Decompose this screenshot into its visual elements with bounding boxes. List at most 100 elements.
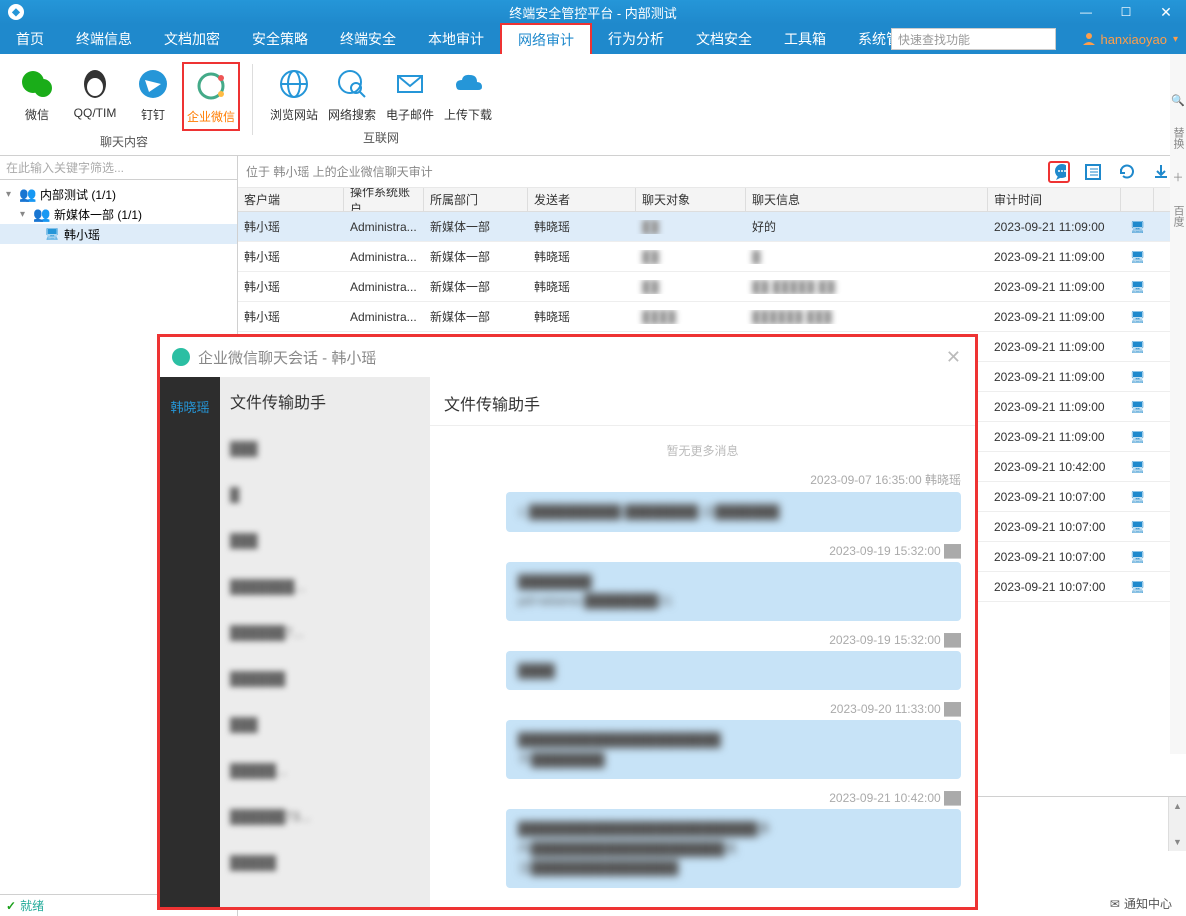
menu-toolbox[interactable]: 工具箱 (768, 24, 842, 54)
contact-item[interactable]: ███████... (220, 563, 430, 609)
chat-title: 文件传输助手 (430, 377, 975, 426)
chevron-down-icon: ▾ (1173, 34, 1178, 45)
plus-icon[interactable]: ＋ (1173, 169, 1184, 185)
download-button[interactable] (1150, 161, 1172, 183)
magnify-icon[interactable]: 🔍 (1171, 94, 1185, 107)
table-header: 客户端 操作系统账户 所属部门 发送者 聊天对象 聊天信息 审计时间 (238, 188, 1186, 212)
th-os[interactable]: 操作系统账户 (344, 188, 424, 211)
chat-body[interactable]: 暂无更多消息 2023-09-07 16:35:00 韩晓瑶1 ████████… (430, 426, 975, 907)
screenshot-icon[interactable]: 🖥 (1121, 550, 1154, 564)
table-row[interactable]: 韩小瑶Administra...新媒体一部韩晓瑶███2023-09-21 11… (238, 242, 1186, 272)
wework-icon (193, 68, 229, 104)
message-bubble[interactable]: ██████████████████████████多内████████████… (506, 809, 961, 888)
menu-doc-security[interactable]: 文档安全 (680, 24, 768, 54)
chat-view-button[interactable] (1048, 161, 1070, 183)
menu-local-audit[interactable]: 本地审计 (412, 24, 500, 54)
screenshot-icon[interactable]: 🖥 (1121, 340, 1154, 354)
message-bubble[interactable]: 1 ██████████ ████████ 企███████ (506, 492, 961, 532)
contact-item[interactable]: ███ (220, 517, 430, 563)
screenshot-icon[interactable]: 🖥 (1121, 280, 1154, 294)
contacts-head[interactable]: 文件传输助手 (220, 377, 430, 425)
tree-user[interactable]: 🖥韩小瑶 (0, 224, 237, 244)
dialog-account-tab[interactable]: 韩晓瑶 (160, 377, 220, 907)
app-logo-icon: ◆ (8, 4, 24, 20)
chat-dialog: 企业微信聊天会话 - 韩小瑶 ✕ 韩晓瑶 文件传输助手 ████████████… (157, 334, 978, 910)
message-meta: 2023-09-21 10:42:00 ██ (444, 791, 961, 805)
screenshot-icon[interactable]: 🖥 (1121, 370, 1154, 384)
contact-item[interactable]: █ (220, 471, 430, 517)
menu-home[interactable]: 首页 (0, 24, 60, 54)
contact-item[interactable]: ███ (220, 701, 430, 747)
refresh-icon (1118, 163, 1136, 181)
menu-terminal-security[interactable]: 终端安全 (324, 24, 412, 54)
maximize-button[interactable]: ☐ (1106, 0, 1146, 24)
ribbon-dingtalk[interactable]: 钉钉 (124, 62, 182, 131)
contacts-list[interactable]: 文件传输助手 ██████████████...██████7...██████… (220, 377, 430, 907)
th-client[interactable]: 客户端 (238, 188, 344, 211)
close-button[interactable]: ✕ (1146, 0, 1186, 24)
detail-scrollbar[interactable]: ▲▼ (1168, 797, 1186, 851)
message-meta: 2023-09-19 15:32:00 ██ (444, 544, 961, 558)
screenshot-icon[interactable]: 🖥 (1121, 310, 1154, 324)
tree-dept[interactable]: ▾👥新媒体一部 (1/1) (0, 204, 237, 224)
menu-terminal-info[interactable]: 终端信息 (60, 24, 148, 54)
contact-item[interactable]: █████ (220, 839, 430, 885)
refresh-button[interactable] (1116, 161, 1138, 183)
message-meta: 2023-09-20 11:33:00 ██ (444, 702, 961, 716)
chat-bubble-icon (1052, 162, 1066, 182)
contact-item[interactable]: █████... (220, 747, 430, 793)
table-row[interactable]: 韩小瑶Administra...新媒体一部韩晓瑶██好的2023-09-21 1… (238, 212, 1186, 242)
contact-item[interactable]: ██████73... (220, 793, 430, 839)
ribbon-email[interactable]: 电子邮件 (381, 62, 439, 127)
screenshot-icon[interactable]: 🖥 (1121, 460, 1154, 474)
notification-center[interactable]: ✉通知中心 (1110, 895, 1172, 912)
menu-behavior[interactable]: 行为分析 (592, 24, 680, 54)
screenshot-icon[interactable]: 🖥 (1121, 490, 1154, 504)
ribbon-qq[interactable]: QQ/TIM (66, 62, 124, 131)
th-dept[interactable]: 所属部门 (424, 188, 528, 211)
dialog-logo-icon (172, 348, 190, 366)
screenshot-icon[interactable]: 🖥 (1121, 250, 1154, 264)
list-view-button[interactable] (1082, 161, 1104, 183)
contact-item[interactable]: ███ (220, 425, 430, 471)
screenshot-icon[interactable]: 🖥 (1121, 520, 1154, 534)
message-meta: 2023-09-07 16:35:00 韩晓瑶 (444, 471, 961, 488)
tree-root[interactable]: ▾👥内部测试 (1/1) (0, 184, 237, 204)
sidebar-filter-input[interactable]: 在此输入关键字筛选... (0, 156, 237, 180)
screenshot-icon[interactable]: 🖥 (1121, 400, 1154, 414)
table-row[interactable]: 韩小瑶Administra...新媒体一部韩晓瑶██████████ ███20… (238, 302, 1186, 332)
th-info[interactable]: 聊天信息 (746, 188, 988, 211)
contact-item[interactable]: ██████7... (220, 609, 430, 655)
ribbon-browse[interactable]: 浏览网站 (265, 62, 323, 127)
message-bubble[interactable]: ██████████████████████不████████ (506, 720, 961, 779)
dialog-close-button[interactable]: ✕ (946, 347, 961, 368)
th-time[interactable]: 审计时间 (988, 188, 1121, 211)
qq-icon (77, 66, 113, 102)
download-icon (1152, 163, 1170, 181)
screenshot-icon[interactable]: 🖥 (1121, 430, 1154, 444)
table-row[interactable]: 韩小瑶Administra...新媒体一部韩晓瑶████ █████ ██202… (238, 272, 1186, 302)
menu-network-audit[interactable]: 网络审计 (500, 23, 592, 54)
ribbon-upload[interactable]: 上传下载 (439, 62, 497, 127)
contact-item[interactable]: ██████ (220, 655, 430, 701)
ribbon-group-internet-label: 互联网 (363, 129, 399, 146)
ribbon: 微信 QQ/TIM 钉钉 企业微信 聊天内容 浏览网站 网络搜索 电子邮件 上传… (0, 54, 1186, 156)
ribbon-search[interactable]: 网络搜索 (323, 62, 381, 127)
global-search-input[interactable]: 快速查找功能 (891, 28, 1056, 50)
minimize-button[interactable]: — (1066, 0, 1106, 24)
th-target[interactable]: 聊天对象 (636, 188, 746, 211)
ribbon-wework[interactable]: 企业微信 (182, 62, 240, 131)
message-bubble[interactable]: ████ (506, 651, 961, 691)
search-globe-icon (334, 66, 370, 102)
window-title: 终端安全管控平台 - 内部测试 (0, 3, 1186, 22)
menu-doc-encrypt[interactable]: 文档加密 (148, 24, 236, 54)
screenshot-icon[interactable]: 🖥 (1121, 580, 1154, 594)
message-bubble[interactable]: ████████pd=wisena ████████21 (506, 562, 961, 621)
menu-security-policy[interactable]: 安全策略 (236, 24, 324, 54)
user-menu[interactable]: hanxiaoyao ▾ (1082, 24, 1178, 54)
dingtalk-icon (135, 66, 171, 102)
th-sender[interactable]: 发送者 (528, 188, 636, 211)
user-icon (1082, 32, 1096, 46)
screenshot-icon[interactable]: 🖥 (1121, 220, 1154, 234)
ribbon-wechat[interactable]: 微信 (8, 62, 66, 131)
